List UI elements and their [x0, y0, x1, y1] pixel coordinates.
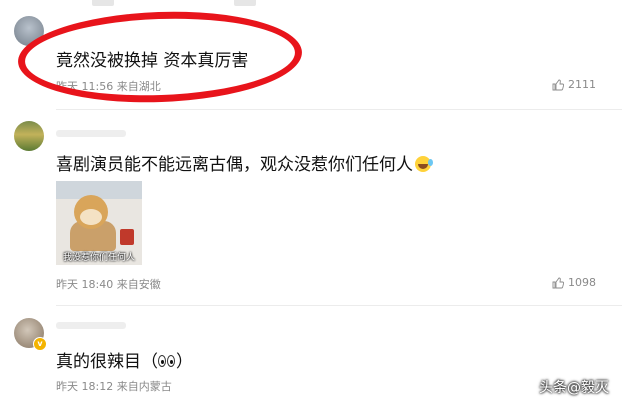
sticker-image[interactable]: 我没惹你们任何人	[56, 181, 142, 265]
like-button[interactable]: 2111	[552, 78, 596, 91]
divider	[56, 305, 622, 306]
thumbs-up-icon	[552, 277, 564, 288]
eyes-emoji-icon	[158, 355, 176, 367]
divider	[56, 109, 622, 110]
comment-meta: 昨天 11:56 来自湖北	[56, 80, 161, 93]
username-blurred	[56, 130, 126, 137]
sticker-caption: 我没惹你们任何人	[62, 253, 135, 263]
source-watermark: 头条@毅灭	[539, 380, 609, 396]
comment-text: 竟然没被换掉 资本真厉害	[56, 51, 249, 71]
thumbs-up-icon	[552, 79, 564, 90]
comment-text: 真的很辣目（）	[56, 352, 193, 372]
comment-text: 喜剧演员能不能远离古偶，观众没惹你们任何人	[56, 150, 433, 175]
comment-meta: 昨天 18:12 来自内蒙古	[56, 380, 172, 393]
verified-badge-icon: v	[33, 337, 47, 351]
top-edge	[0, 0, 640, 8]
laugh-cry-emoji-icon	[415, 156, 433, 172]
like-button[interactable]: 1098	[552, 276, 596, 289]
like-count: 1098	[568, 276, 596, 289]
avatar[interactable]	[14, 16, 44, 46]
avatar[interactable]	[14, 121, 44, 151]
username-blurred	[56, 322, 126, 329]
comment-meta: 昨天 18:40 来自安徽	[56, 278, 161, 291]
like-count: 2111	[568, 78, 596, 91]
